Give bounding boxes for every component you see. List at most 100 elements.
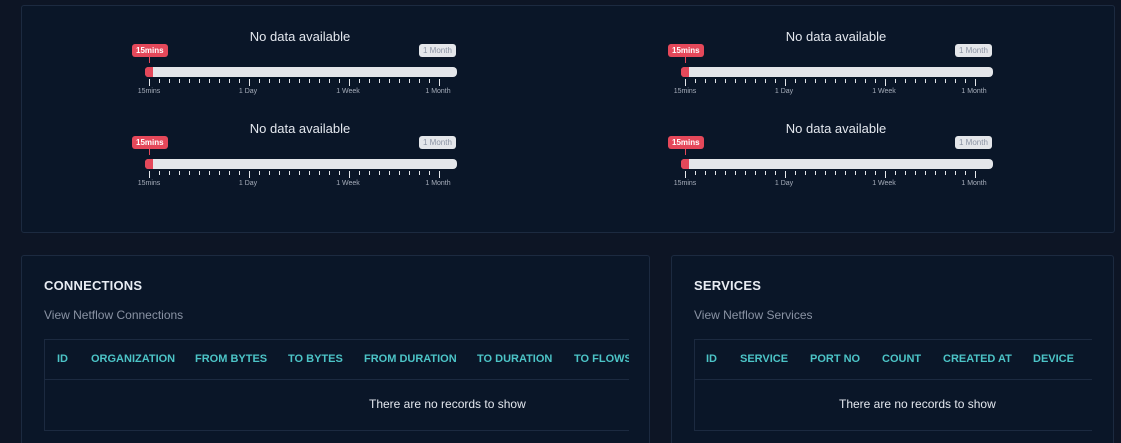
- slider-tick: [945, 79, 946, 83]
- slider-tick: [299, 171, 300, 175]
- range-slider-handle[interactable]: [145, 159, 153, 169]
- range-slider-track[interactable]: [681, 159, 993, 169]
- range-slider-track[interactable]: [145, 67, 457, 77]
- slider-tick: [915, 171, 916, 175]
- slider-tick: [249, 171, 250, 178]
- slider-tick: [775, 171, 776, 175]
- column-header-count[interactable]: COUNT: [882, 353, 921, 365]
- slider-tick: [329, 171, 330, 175]
- slider-tick: [239, 171, 240, 175]
- slider-tick: [765, 79, 766, 83]
- slider-tick: [319, 171, 320, 175]
- slider-tick: [795, 171, 796, 175]
- slider-tick: [349, 171, 350, 178]
- column-header-to-flows[interactable]: TO FLOWS: [574, 353, 629, 365]
- slider-tick: [865, 79, 866, 83]
- range-ticks: [149, 171, 440, 179]
- slider-tick: [725, 79, 726, 83]
- slider-tick: [359, 79, 360, 83]
- tick-label: 1 Month: [425, 180, 451, 187]
- tick-label: 1 Month: [961, 180, 987, 187]
- slider-tick: [409, 79, 410, 83]
- column-header-to-duration[interactable]: TO DURATION: [477, 353, 552, 365]
- slider-tick: [805, 79, 806, 83]
- slider-tick: [369, 79, 370, 83]
- slider-tick: [745, 171, 746, 175]
- column-header-device[interactable]: DEVICE: [1033, 353, 1074, 365]
- slider-tick: [845, 79, 846, 83]
- range-widget: No data available 15mins 1 Month 15mins …: [666, 121, 1006, 191]
- slider-tick: [685, 79, 686, 86]
- card-subtitle: View Netflow Services: [694, 308, 813, 322]
- range-ticks: [149, 79, 440, 87]
- card-subtitle: View Netflow Connections: [44, 308, 184, 322]
- column-header-from-duration[interactable]: FROM DURATION: [364, 353, 457, 365]
- column-header-from-bytes[interactable]: FROM BYTES: [195, 353, 267, 365]
- slider-tick: [765, 171, 766, 175]
- slider-tick: [279, 171, 280, 175]
- slider-tick: [735, 171, 736, 175]
- slider-tick: [309, 79, 310, 83]
- slider-tick: [189, 171, 190, 175]
- slider-tick: [169, 171, 170, 175]
- slider-tick: [429, 171, 430, 175]
- range-min-badge: 15mins: [668, 44, 704, 63]
- slider-tick: [379, 79, 380, 83]
- tick-label: 1 Week: [336, 180, 360, 187]
- tick-label: 1 Day: [238, 180, 258, 187]
- slider-tick: [855, 79, 856, 83]
- range-slider-handle[interactable]: [681, 159, 689, 169]
- table-body: There are no records to show: [695, 380, 1092, 430]
- range-max-badge: 1 Month: [955, 44, 992, 57]
- column-header-created-at[interactable]: CREATED AT: [943, 353, 1012, 365]
- slider-tick: [229, 171, 230, 175]
- slider-tick: [399, 171, 400, 175]
- range-slider-handle[interactable]: [681, 67, 689, 77]
- column-header-port-no[interactable]: PORT NO: [810, 353, 860, 365]
- slider-tick: [965, 79, 966, 83]
- table-header: ID ORGANIZATION FROM BYTES TO BYTES FROM…: [45, 340, 629, 380]
- slider-tick: [905, 171, 906, 175]
- slider-tick: [289, 171, 290, 175]
- timeline-panel: No data available 15mins 1 Month 15mins …: [21, 5, 1115, 233]
- slider-tick: [785, 171, 786, 178]
- column-header-to-bytes[interactable]: TO BYTES: [288, 353, 343, 365]
- slider-tick: [705, 171, 706, 175]
- no-data-message: No data available: [785, 29, 887, 44]
- slider-tick: [379, 171, 380, 175]
- column-header-id[interactable]: ID: [706, 353, 717, 365]
- slider-tick: [229, 79, 230, 83]
- range-slider-track[interactable]: [145, 159, 457, 169]
- slider-tick: [179, 79, 180, 83]
- slider-tick: [835, 171, 836, 175]
- slider-tick: [429, 79, 430, 83]
- slider-tick: [309, 171, 310, 175]
- slider-tick: [825, 171, 826, 175]
- slider-tick: [905, 79, 906, 83]
- tick-label: 1 Week: [872, 180, 896, 187]
- slider-tick: [975, 79, 976, 86]
- slider-tick: [199, 171, 200, 175]
- slider-tick: [925, 79, 926, 83]
- slider-tick: [369, 171, 370, 175]
- slider-tick: [289, 79, 290, 83]
- slider-tick: [815, 79, 816, 83]
- column-header-organization[interactable]: ORGANIZATION: [91, 353, 175, 365]
- range-slider-handle[interactable]: [145, 67, 153, 77]
- slider-tick: [895, 79, 896, 83]
- slider-tick: [249, 79, 250, 86]
- slider-tick: [269, 171, 270, 175]
- slider-tick: [835, 79, 836, 83]
- slider-tick: [269, 79, 270, 83]
- slider-tick: [705, 79, 706, 83]
- range-widget: No data available 15mins 1 Month 15mins …: [130, 29, 470, 99]
- slider-tick: [865, 171, 866, 175]
- range-ticks: [685, 79, 976, 87]
- range-slider-track[interactable]: [681, 67, 993, 77]
- slider-tick: [409, 171, 410, 175]
- slider-tick: [149, 79, 150, 86]
- column-header-id[interactable]: ID: [57, 353, 68, 365]
- column-header-service[interactable]: SERVICE: [740, 353, 788, 365]
- range-max-badge: 1 Month: [419, 44, 456, 57]
- slider-tick: [439, 79, 440, 86]
